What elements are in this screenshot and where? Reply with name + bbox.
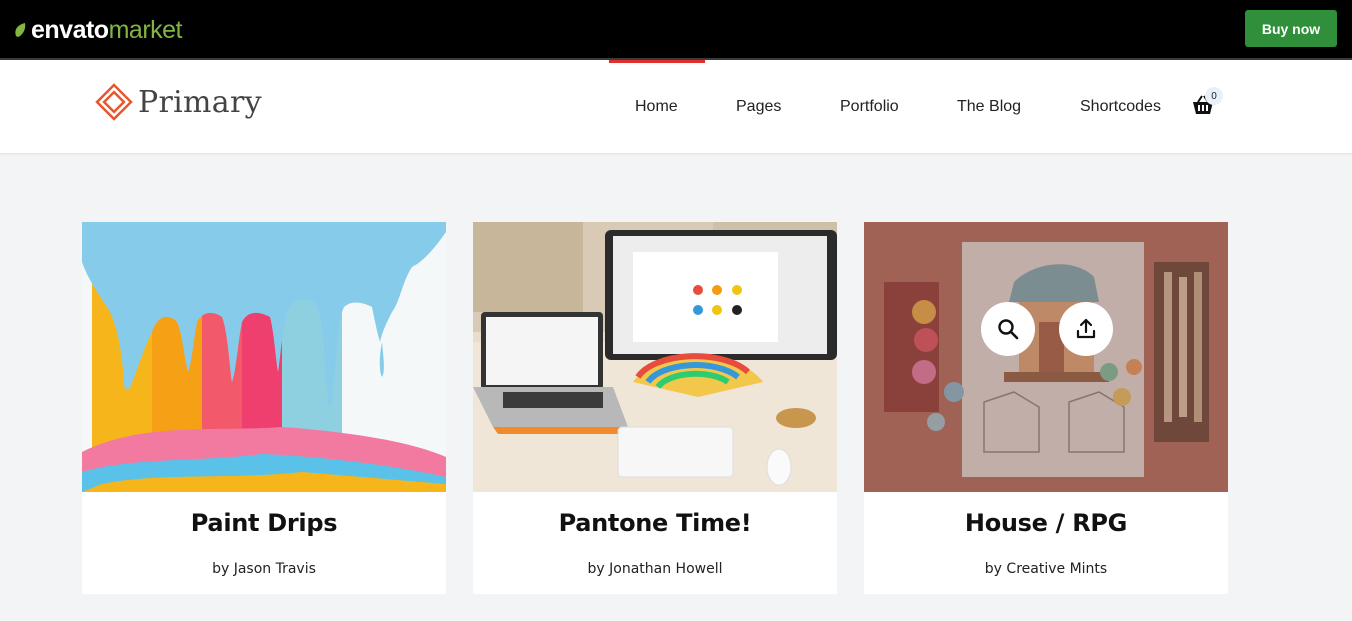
portfolio-card[interactable]: Pantone Time! by Jonathan Howell [473, 222, 837, 594]
buy-now-button[interactable]: Buy now [1245, 10, 1337, 47]
nav-the-blog[interactable]: The Blog [957, 97, 1021, 117]
active-nav-indicator [609, 60, 705, 63]
share-button[interactable] [1059, 302, 1113, 356]
leaf-icon [15, 23, 26, 37]
nav-shortcodes[interactable]: Shortcodes [1080, 97, 1161, 117]
market-logo-word: market [108, 16, 183, 44]
brand-name: Primary [138, 84, 262, 120]
portfolio-image[interactable] [473, 222, 837, 492]
portfolio-title[interactable]: House / RPG [864, 509, 1228, 537]
portfolio-image[interactable] [82, 222, 446, 492]
brand[interactable]: Primary [94, 82, 262, 122]
portfolio-author: by Jonathan Howell [587, 561, 723, 577]
share-icon [1076, 318, 1096, 339]
search-icon [998, 319, 1019, 340]
portfolio-author: by Jason Travis [212, 561, 316, 577]
site-header: Primary Home Pages Portfolio The Blog Sh… [0, 60, 1352, 153]
zoom-button[interactable] [981, 302, 1035, 356]
nav-home[interactable]: Home [635, 97, 678, 117]
portfolio-author: by Creative Mints [984, 561, 1108, 577]
portfolio-card[interactable]: Paint Drips by Jason Travis [82, 222, 446, 594]
nav-portfolio[interactable]: Portfolio [840, 97, 899, 117]
cart-count-badge: 0 [1205, 87, 1223, 105]
nav-pages[interactable]: Pages [736, 97, 781, 117]
portfolio-card[interactable]: House / RPG by Creative Mints [864, 222, 1228, 594]
envato-bar: envato market Buy now [0, 0, 1352, 60]
envato-logo-word: envato [31, 16, 109, 44]
portfolio-image[interactable] [864, 222, 1228, 492]
hover-overlay [864, 222, 1228, 492]
diamond-logo-icon [95, 83, 133, 121]
envato-logo[interactable]: envato market [14, 16, 183, 44]
portfolio-title[interactable]: Paint Drips [82, 509, 446, 537]
portfolio-title[interactable]: Pantone Time! [473, 509, 837, 537]
